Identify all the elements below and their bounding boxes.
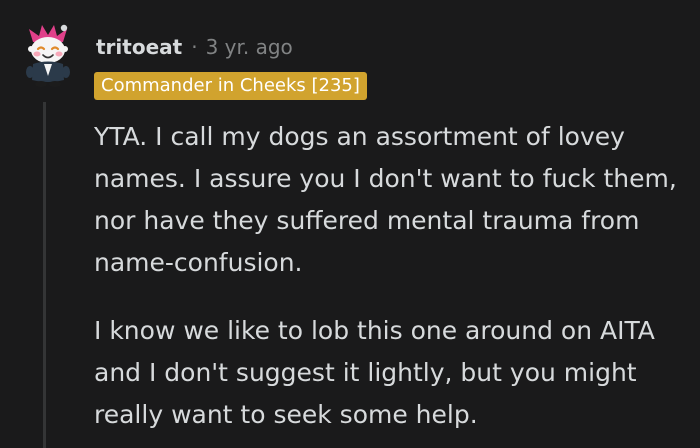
comment-timestamp[interactable]: 3 yr. ago <box>206 35 293 59</box>
thread-line[interactable] <box>43 102 46 448</box>
user-avatar[interactable] <box>20 22 76 94</box>
comment-body: YTA. I call my dogs an assortment of lov… <box>94 116 684 448</box>
comment-header: tritoeat · 3 yr. ago <box>96 30 293 64</box>
meta-separator: · <box>191 35 198 59</box>
comment-paragraph: YTA. I call my dogs an assortment of lov… <box>94 122 677 277</box>
snoo-avatar-icon <box>26 24 70 87</box>
comment-paragraph: I know we like to lob this one around on… <box>94 316 655 429</box>
comment-card: tritoeat · 3 yr. ago Commander in Cheeks… <box>0 0 700 448</box>
username-link[interactable]: tritoeat <box>96 35 182 59</box>
user-flair: Commander in Cheeks [235] <box>94 72 367 100</box>
